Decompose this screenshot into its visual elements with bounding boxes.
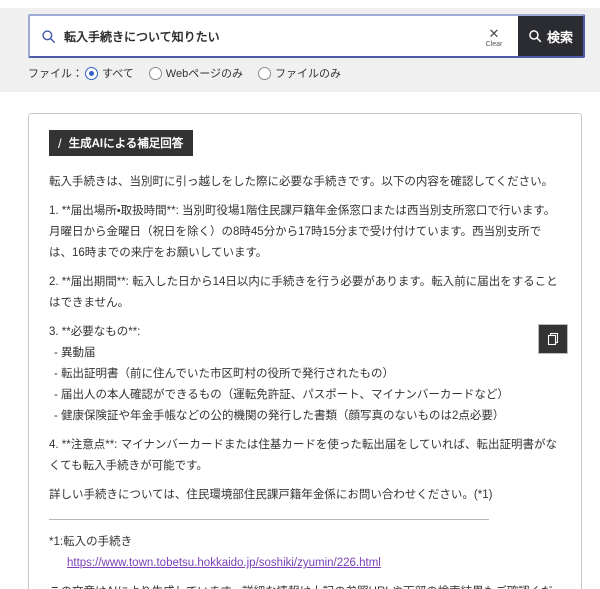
clear-button[interactable]: ✕ Clear [470,16,518,56]
radio-file-only-label: ファイルのみ [275,68,341,80]
main-content: / 生成AIによる補足回答 転入手続きは、当別町に引っ越しをした際に必要な手続き… [0,92,600,589]
ai-answer-item3-heading: 3. **必要なもの**: [49,326,141,338]
list-item: - 転出証明書（前に住んでいた市区町村の役所で発行されたもの） [54,368,394,380]
search-button-icon [529,30,542,43]
radio-file-only[interactable]: ファイルのみ [258,65,341,81]
search-section: ✕ Clear 検索 ファイル： すべて Webページのみ ファイルのみ [0,8,600,92]
radio-all-label: すべて [102,68,134,80]
radio-web-only[interactable]: Webページのみ [148,65,243,81]
ai-answer-item3: 3. **必要なもの**: - 異動届 - 転出証明書（前に住んでいた市区町村の… [49,322,561,427]
copy-button[interactable] [538,324,568,354]
file-filter-row: ファイル： すべて Webページのみ ファイルのみ [28,65,585,81]
radio-icon [148,66,162,80]
search-input[interactable] [64,29,470,43]
clear-button-label: Clear [485,41,503,48]
list-item: - 健康保険証や年金手帳などの公的機関の発行した書類（顔写真のないものは2点必要… [54,410,505,422]
ai-answer-badge-label: 生成AIによる補足回答 [68,138,184,150]
slash-icon: / [58,135,62,151]
ai-answer-intro: 転入手続きは、当別町に引っ越しをした際に必要な手続きです。以下の内容を確認してく… [49,176,554,188]
search-bar: ✕ Clear 検索 [28,14,585,58]
file-filter-label: ファイル： [28,68,83,80]
footnote: *1:転入の手続き https://www.town.tobetsu.hokka… [49,532,561,574]
radio-icon [258,66,271,80]
radio-all[interactable]: すべて [85,65,134,81]
ai-answer-item4: 4. **注意点**: マイナンバーカードまたは住基カードを使った転出届をしてい… [49,439,557,472]
ai-answer-item2: 2. **届出期間**: 転入した日から14日以内に手続きを行う必要があります。… [49,276,558,309]
ai-answer-disclaimer: この文章はAIにより生成しています。詳細な情報は上記の参照URLや下部の検索結果… [49,582,561,589]
search-button[interactable]: 検索 [518,16,583,56]
reference-link[interactable]: https://www.town.tobetsu.hokkaido.jp/sos… [67,553,381,574]
ai-answer-badge: / 生成AIによる補足回答 [49,130,194,156]
copy-icon [547,332,559,346]
ai-answer-contact: 詳しい手続きについては、住民環境部住民課戸籍年金係にお問い合わせください。(*1… [49,489,493,501]
radio-icon [85,66,98,80]
list-item: - 届出人の本人確認ができるもの（運転免許証、パスポート、マイナンバーカードなど… [54,389,509,401]
footnote-label: *1:転入の手続き [49,536,133,548]
divider [49,519,490,520]
radio-web-only-label: Webページのみ [165,68,243,80]
ai-answer-card: / 生成AIによる補足回答 転入手続きは、当別町に引っ越しをした際に必要な手続き… [28,113,582,589]
ai-answer-item1: 1. **届出場所・取扱時間**: 当別町役場1階住民課戸籍年金係窓口または西当… [49,205,556,259]
close-icon: ✕ [488,26,500,41]
list-item: - 異動届 [54,347,96,359]
search-input-wrap [30,16,470,56]
search-button-label: 検索 [546,29,573,45]
search-icon [42,29,56,43]
